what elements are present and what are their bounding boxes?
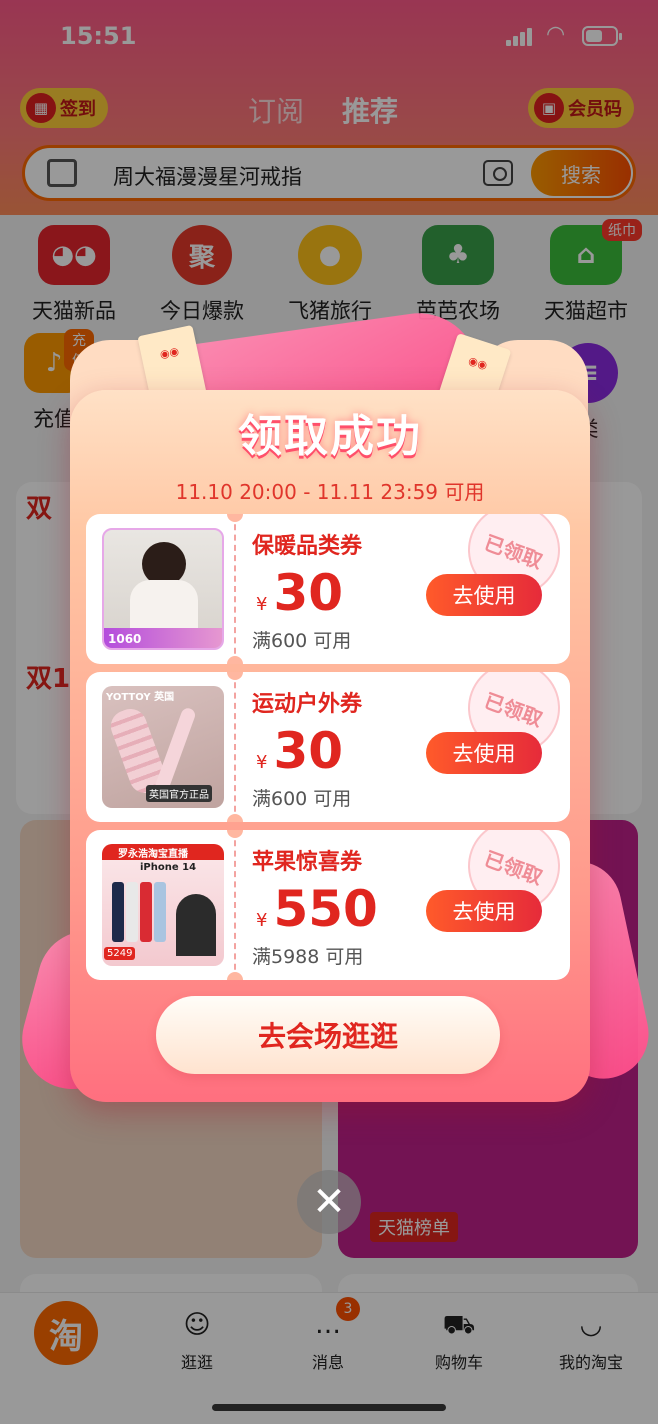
iphone-product-image: 罗永浩淘宝直播 iPhone 14 5249: [102, 844, 224, 966]
thumb-banner: 罗永浩淘宝直播: [118, 849, 188, 860]
coupon-condition: 满5988 可用: [252, 946, 364, 968]
coupon-name: 苹果惊喜券: [252, 850, 363, 875]
stamp-label: 已领取: [481, 529, 546, 573]
coupon-condition: 满600 可用: [252, 630, 352, 652]
home-indicator: [212, 1404, 446, 1411]
stamp-label: 已领取: [481, 687, 546, 731]
stamp-label: 已领取: [481, 845, 546, 889]
coupon-amount: ¥30: [256, 564, 343, 622]
valid-time: 11.10 20:00 - 11.11 23:59 可用: [175, 480, 485, 504]
coupon-card[interactable]: 1060 保暖品类券 ¥30 满600 可用 已领取 去使用: [86, 514, 570, 664]
coupon-amount: ¥550: [256, 880, 378, 938]
modal-title: 领取成功: [238, 411, 422, 462]
coupon-name: 保暖品类券: [252, 534, 363, 559]
coupon-value: 550: [273, 880, 378, 938]
coupon-value: 30: [273, 564, 344, 622]
thumb-model: iPhone 14: [140, 862, 197, 873]
use-coupon-button[interactable]: 去使用: [426, 732, 542, 774]
jacket-product-image: 1060: [102, 528, 224, 650]
thumb-tag: 英国官方正品: [146, 785, 212, 802]
use-coupon-button[interactable]: 去使用: [426, 574, 542, 616]
foam-roller-product-image: YOTTOY 英国 英国官方正品: [102, 686, 224, 808]
close-icon[interactable]: ✕: [297, 1170, 361, 1234]
use-coupon-button[interactable]: 去使用: [426, 890, 542, 932]
coupon-condition: 满600 可用: [252, 788, 352, 810]
currency-symbol: ¥: [256, 752, 268, 773]
coupon-value: 30: [273, 722, 344, 780]
thumb-price: 1060: [108, 632, 142, 646]
coupon-name: 运动户外券: [252, 692, 363, 717]
thumb-price: 5249: [104, 947, 136, 960]
currency-symbol: ¥: [256, 910, 268, 931]
coupon-card[interactable]: 罗永浩淘宝直播 iPhone 14 5249 苹果惊喜券 ¥550 满5988 …: [86, 830, 570, 980]
coupon-card[interactable]: YOTTOY 英国 英国官方正品 运动户外券 ¥30 满600 可用 已领取 去…: [86, 672, 570, 822]
thumb-brand: YOTTOY 英国: [106, 692, 175, 703]
go-to-venue-button[interactable]: 去会场逛逛: [156, 996, 500, 1074]
coupon-success-modal: 领取成功 11.10 20:00 - 11.11 23:59 可用 1060 保…: [70, 390, 590, 1102]
currency-symbol: ¥: [256, 594, 268, 615]
coupon-amount: ¥30: [256, 722, 343, 780]
